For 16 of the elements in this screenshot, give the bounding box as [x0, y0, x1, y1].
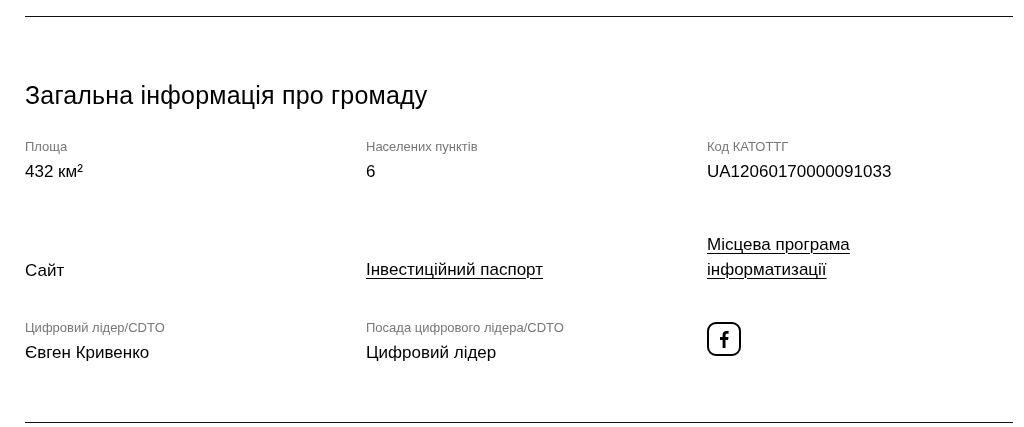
document-link[interactable]: Інвестиційний паспорт: [366, 257, 556, 282]
field-label: Код КАТОТТГ: [707, 139, 790, 155]
field-label: Площа: [25, 139, 69, 155]
field-label: Цифровий лідер/CDTO: [25, 320, 166, 336]
document-link[interactable]: Місцева програма інформатизації: [707, 232, 897, 282]
field-label: Населених пунктів: [366, 139, 479, 155]
field-value: Сайт: [25, 260, 66, 282]
field-value: Євген Кривенко: [25, 342, 151, 364]
field-label: Посада цифрового лідера/CDTO: [366, 320, 565, 336]
field-value: 6: [366, 161, 377, 183]
facebook-button[interactable]: [707, 322, 741, 356]
facebook-icon: [719, 330, 729, 348]
field-value: 432 км²: [25, 161, 84, 183]
field-value: Цифровий лідер: [366, 342, 498, 364]
section-title: Загальна інформація про громаду: [25, 80, 429, 111]
field-value: UA12060170000091033: [707, 161, 893, 183]
